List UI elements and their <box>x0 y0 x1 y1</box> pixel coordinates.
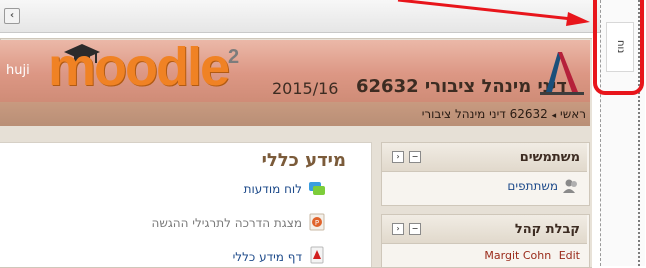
resource-label[interactable]: דף מידע כללי <box>233 250 302 264</box>
resource-label[interactable]: מצגת הדרכה לתרגילי ההגשה <box>152 216 302 230</box>
participants-label[interactable]: משתתפים <box>507 179 558 193</box>
academic-year: 2015/16 <box>272 79 339 98</box>
users-icon <box>563 179 577 193</box>
staff-name[interactable]: Margit Cohn <box>484 249 551 262</box>
block-title: משתמשים <box>519 150 580 165</box>
edit-link[interactable]: Edit <box>559 249 580 262</box>
powerpoint-icon: P <box>309 213 325 231</box>
highlight-box <box>593 0 644 95</box>
moodle-logo[interactable]: moodle <box>48 36 230 98</box>
collapse-block-icon[interactable]: − <box>409 151 421 163</box>
pdf-icon <box>310 246 324 264</box>
collapse-block-icon[interactable]: − <box>409 223 421 235</box>
section-title: מידע כללי <box>261 150 346 171</box>
resource-label[interactable]: לוח מודעות <box>244 182 302 196</box>
block-title: קבלת קהל <box>514 222 580 237</box>
university-logo-icon[interactable] <box>536 48 588 96</box>
dock-block-icon[interactable]: › <box>392 223 404 235</box>
dock-block-icon[interactable]: › <box>392 151 404 163</box>
breadcrumb-course[interactable]: 62632 דיני מינהל ציבורי <box>422 107 548 121</box>
breadcrumb-separator: ◂ <box>551 111 557 121</box>
moodle-logo-version: 2 <box>228 46 240 68</box>
institution-label: huji <box>6 63 30 78</box>
breadcrumb: ראשי ◂ 62632 דיני מינהל ציבורי <box>0 107 586 121</box>
forum-icon <box>309 182 325 195</box>
svg-text:P: P <box>315 219 319 227</box>
back-arrow-icon[interactable]: ‹ <box>4 8 20 24</box>
browser-toolbar <box>0 0 600 33</box>
breadcrumb-home[interactable]: ראשי <box>560 107 586 121</box>
office-hours-entry: Margit Cohn Edit <box>440 249 580 262</box>
